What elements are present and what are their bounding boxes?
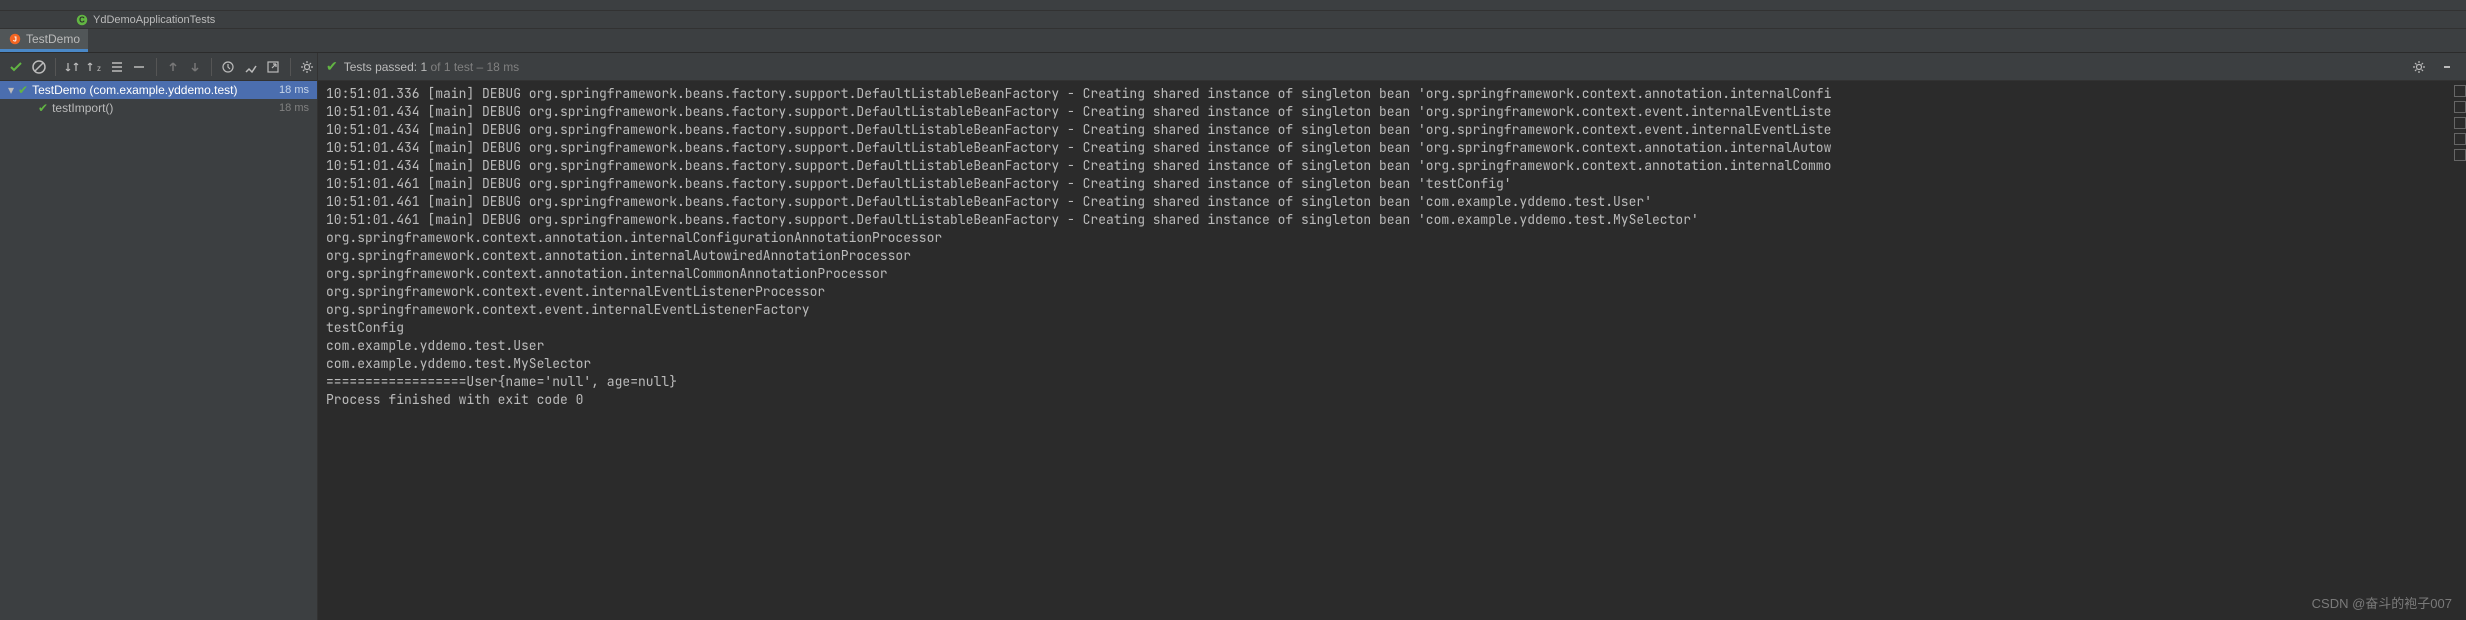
tab-testdemo[interactable]: J TestDemo [0,29,88,52]
test-passed-icon: ✔ [18,83,28,97]
console-line: Process finished with exit code 0 [326,391,2458,409]
editor-top-strip [0,0,2466,11]
test-toolbar: z ✔ Tests passed: 1 of 1 test – 18 ms [0,53,2466,81]
editor-breadcrumb: C YdDemoApplicationTests [0,11,2466,29]
sort-alpha-button[interactable]: z [84,56,104,78]
toolbar-separator [290,58,291,76]
open-in-button[interactable] [263,56,283,78]
console-line: com.example.yddemo.test.MySelector [326,355,2458,373]
show-passed-button[interactable] [6,56,26,78]
next-failed-button[interactable] [185,56,205,78]
show-ignored-button[interactable] [28,56,48,78]
test-tree[interactable]: ▾✔TestDemo (com.example.yddemo.test)18 m… [0,81,318,620]
status-check-icon: ✔ [326,58,338,75]
console-line: 10:51:01.461 [main] DEBUG org.springfram… [326,211,2458,229]
console-line: 10:51:01.434 [main] DEBUG org.springfram… [326,139,2458,157]
status-text: Tests passed: 1 of 1 test – 18 ms [344,60,519,74]
console-line: 10:51:01.336 [main] DEBUG org.springfram… [326,85,2458,103]
class-icon: C [75,13,89,27]
toolbar-separator [211,58,212,76]
tree-label: TestDemo (com.example.yddemo.test) [32,83,279,97]
toolbar-far-right [2408,56,2466,78]
tab-label: TestDemo [26,32,80,46]
console-gutter [2452,81,2466,201]
test-settings-button[interactable] [297,56,317,78]
console-line: 10:51:01.461 [main] DEBUG org.springfram… [326,175,2458,193]
gutter-nav-button[interactable] [2454,85,2466,97]
console-line: org.springframework.context.event.intern… [326,301,2458,319]
svg-text:J: J [13,37,17,44]
tree-time: 18 ms [279,102,309,114]
console-line: org.springframework.context.event.intern… [326,283,2458,301]
console-line: ==================User{name='null', age=… [326,373,2458,391]
tree-time: 18 ms [279,84,309,96]
java-test-icon: J [8,32,22,46]
status-prefix: Tests passed: [344,60,421,74]
run-tab-bar: J TestDemo [0,29,2466,53]
breadcrumb-label[interactable]: YdDemoApplicationTests [93,14,215,26]
tree-row[interactable]: ✔ testImport()18 ms [0,99,317,117]
console-line: 10:51:01.434 [main] DEBUG org.springfram… [326,121,2458,139]
import-tests-button[interactable] [218,56,238,78]
svg-text:z: z [97,64,101,73]
console-line: com.example.yddemo.test.User [326,337,2458,355]
toolbar-separator [55,58,56,76]
toolbar-separator [156,58,157,76]
tree-row[interactable]: ▾✔ TestDemo (com.example.yddemo.test)18 m… [0,81,317,99]
console-output[interactable]: 10:51:01.336 [main] DEBUG org.springfram… [318,81,2466,620]
watermark: CSDN @奋斗的袍子007 [2312,593,2452,612]
console-line: 10:51:01.434 [main] DEBUG org.springfram… [326,103,2458,121]
console-line: org.springframework.context.annotation.i… [326,265,2458,283]
main-area: ▾✔TestDemo (com.example.yddemo.test)18 m… [0,81,2466,620]
gutter-soft-wrap-button[interactable] [2454,117,2466,129]
tree-label: testImport() [52,101,279,115]
svg-text:C: C [79,15,85,24]
gutter-nav-button[interactable] [2454,101,2466,113]
gutter-print-button[interactable] [2454,149,2466,161]
console-line: testConfig [326,319,2458,337]
collapse-all-button[interactable] [129,56,149,78]
sort-button[interactable] [62,56,82,78]
prev-failed-button[interactable] [162,56,182,78]
tool-window-settings-button[interactable] [2408,56,2430,78]
test-passed-icon: ✔ [38,101,48,115]
test-status-bar: ✔ Tests passed: 1 of 1 test – 18 ms [318,58,2408,75]
status-suffix: of 1 test – 18 ms [427,60,519,74]
gutter-scroll-button[interactable] [2454,133,2466,145]
console-line: 10:51:01.434 [main] DEBUG org.springfram… [326,157,2458,175]
console-line: 10:51:01.461 [main] DEBUG org.springfram… [326,193,2458,211]
expand-all-button[interactable] [107,56,127,78]
console-line: org.springframework.context.annotation.i… [326,229,2458,247]
export-results-button[interactable] [241,56,261,78]
hide-tool-window-button[interactable] [2436,56,2458,78]
test-toolbar-left: z [0,53,318,80]
console-line: org.springframework.context.annotation.i… [326,247,2458,265]
chevron-down-icon[interactable]: ▾ [8,83,18,97]
